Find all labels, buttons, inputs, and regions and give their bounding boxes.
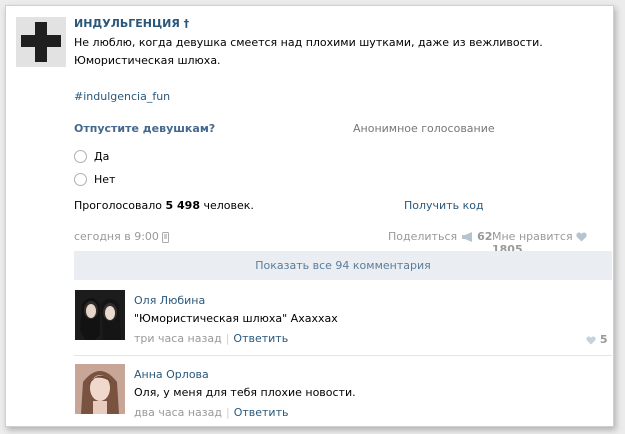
poll-question: Отпустите девушкам? (74, 122, 216, 135)
reply-button[interactable]: Ответить (233, 332, 288, 345)
poll-voted-summary: Проголосовало 5 498 человек. (74, 199, 254, 212)
megaphone-icon (461, 232, 472, 242)
poll-option-no-radio[interactable] (74, 173, 87, 186)
post-text-line-2: Юмористическая шлюха. (74, 54, 221, 67)
poll-option-yes-radio[interactable] (74, 150, 87, 163)
share-count: 62 (477, 230, 493, 243)
poll-option-no-label[interactable]: Нет (94, 173, 115, 186)
comment-text: "Юмористическая шлюха" Ахахxах (134, 312, 338, 325)
comment-avatar[interactable] (75, 290, 125, 340)
comment-divider (74, 355, 612, 356)
photo-placeholder (75, 364, 125, 414)
comment-avatar[interactable] (75, 364, 125, 414)
heart-icon (586, 335, 596, 345)
show-all-comments-button[interactable]: Показать все 94 комментария (74, 251, 612, 280)
post-author[interactable]: ИНДУЛЬГЕНЦИЯ † (74, 17, 189, 30)
post-hashtag[interactable]: #indulgencia_fun (74, 90, 170, 103)
comment-time[interactable]: два часа назад (134, 406, 222, 419)
phone-icon (162, 231, 170, 243)
poll-option-yes-label[interactable]: Да (94, 150, 109, 163)
post-card: ИНДУЛЬГЕНЦИЯ † Не люблю, когда девушка с… (5, 5, 614, 427)
reply-button[interactable]: Ответить (234, 406, 289, 419)
comment-like-button[interactable]: 5 (586, 333, 608, 346)
photo-placeholder (75, 290, 125, 340)
comment-text: Оля, у меня для тебя плохие новости. (134, 386, 356, 399)
comment-author[interactable]: Оля Любина (134, 294, 205, 307)
comment-time[interactable]: три часа назад (134, 332, 222, 345)
share-button[interactable]: Поделиться 62 (388, 230, 492, 243)
get-code-link[interactable]: Получить код (404, 199, 484, 212)
comment-meta: два часа назад | Ответить (134, 406, 289, 419)
comment-author[interactable]: Анна Орлова (134, 368, 209, 381)
comment-meta: три часа назад | Ответить (134, 332, 289, 345)
post-text-line-1: Не люблю, когда девушка смеется над плох… (74, 36, 543, 49)
poll-voted-count: 5 498 (165, 199, 200, 212)
post-time[interactable]: сегодня в 9:00 (74, 230, 170, 243)
community-avatar[interactable] (16, 17, 66, 67)
comment-like-count: 5 (599, 333, 608, 346)
heart-icon (576, 232, 587, 242)
poll-type-label: Анонимное голосование (353, 122, 495, 135)
